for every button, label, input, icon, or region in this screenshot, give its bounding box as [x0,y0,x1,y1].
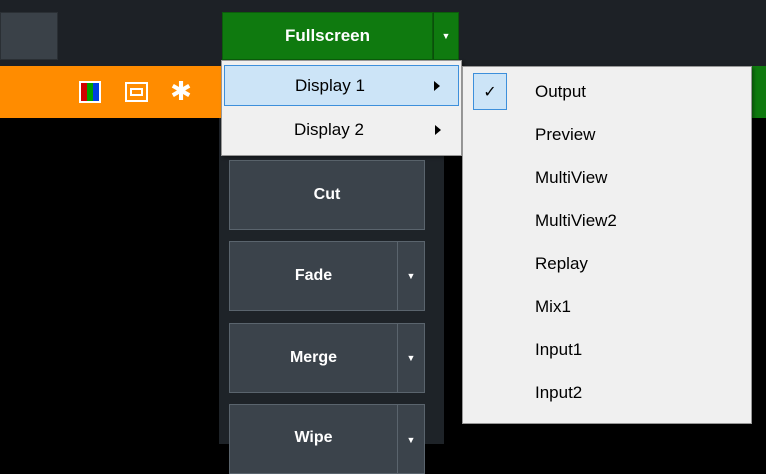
color-bars-icon[interactable] [79,81,101,103]
cut-button[interactable]: Cut [229,160,425,230]
toolbar-button[interactable] [0,12,58,60]
menu-item-label: Output [535,82,587,101]
fullscreen-button[interactable]: Fullscreen [222,12,433,60]
merge-button[interactable]: Merge [229,323,398,393]
submenu-item-output[interactable]: Output [463,71,751,113]
submenu-item-input1[interactable]: Input1 [463,329,751,371]
menu-item-label: Input2 [535,383,583,402]
menu-item-label: Preview [535,125,596,144]
menu-item-label: Mix1 [535,297,571,316]
fade-dropdown-caret[interactable]: ▼ [397,241,425,311]
submenu-item-input2[interactable]: Input2 [463,372,751,414]
fade-button[interactable]: Fade [229,241,398,311]
menu-item-label: Display 2 [294,119,364,139]
gear-icon[interactable]: ✱ [168,78,194,104]
menu-item-label: Replay [535,254,588,273]
wipe-button[interactable]: Wipe [229,404,398,474]
menu-item-label: Input1 [535,340,583,359]
submenu-item-replay[interactable]: Replay [463,243,751,285]
fullscreen-menu: Display 1 Display 2 [221,60,462,156]
transition-panel: Cut Fade ▼ Merge ▼ Wipe ▼ [219,118,444,474]
submenu-item-preview[interactable]: Preview [463,114,751,156]
submenu-item-multiview[interactable]: MultiView [463,157,751,199]
menu-item-display-2[interactable]: Display 2 [224,109,459,150]
menu-item-label: MultiView2 [535,211,617,230]
wipe-dropdown-caret[interactable]: ▼ [397,404,425,474]
submenu-arrow-icon [434,80,440,91]
merge-dropdown-caret[interactable]: ▼ [397,323,425,393]
display-submenu: ✓ Output Preview MultiView MultiView2 Re… [462,66,752,424]
fullscreen-dropdown-caret[interactable]: ▼ [433,12,459,60]
window-icon[interactable] [125,82,148,102]
menu-item-label: MultiView [535,168,608,187]
menu-item-label: Display 1 [295,75,365,95]
submenu-item-mix1[interactable]: Mix1 [463,286,751,328]
submenu-item-multiview2[interactable]: MultiView2 [463,200,751,242]
menu-item-display-1[interactable]: Display 1 [224,65,459,106]
submenu-arrow-icon [435,124,441,135]
